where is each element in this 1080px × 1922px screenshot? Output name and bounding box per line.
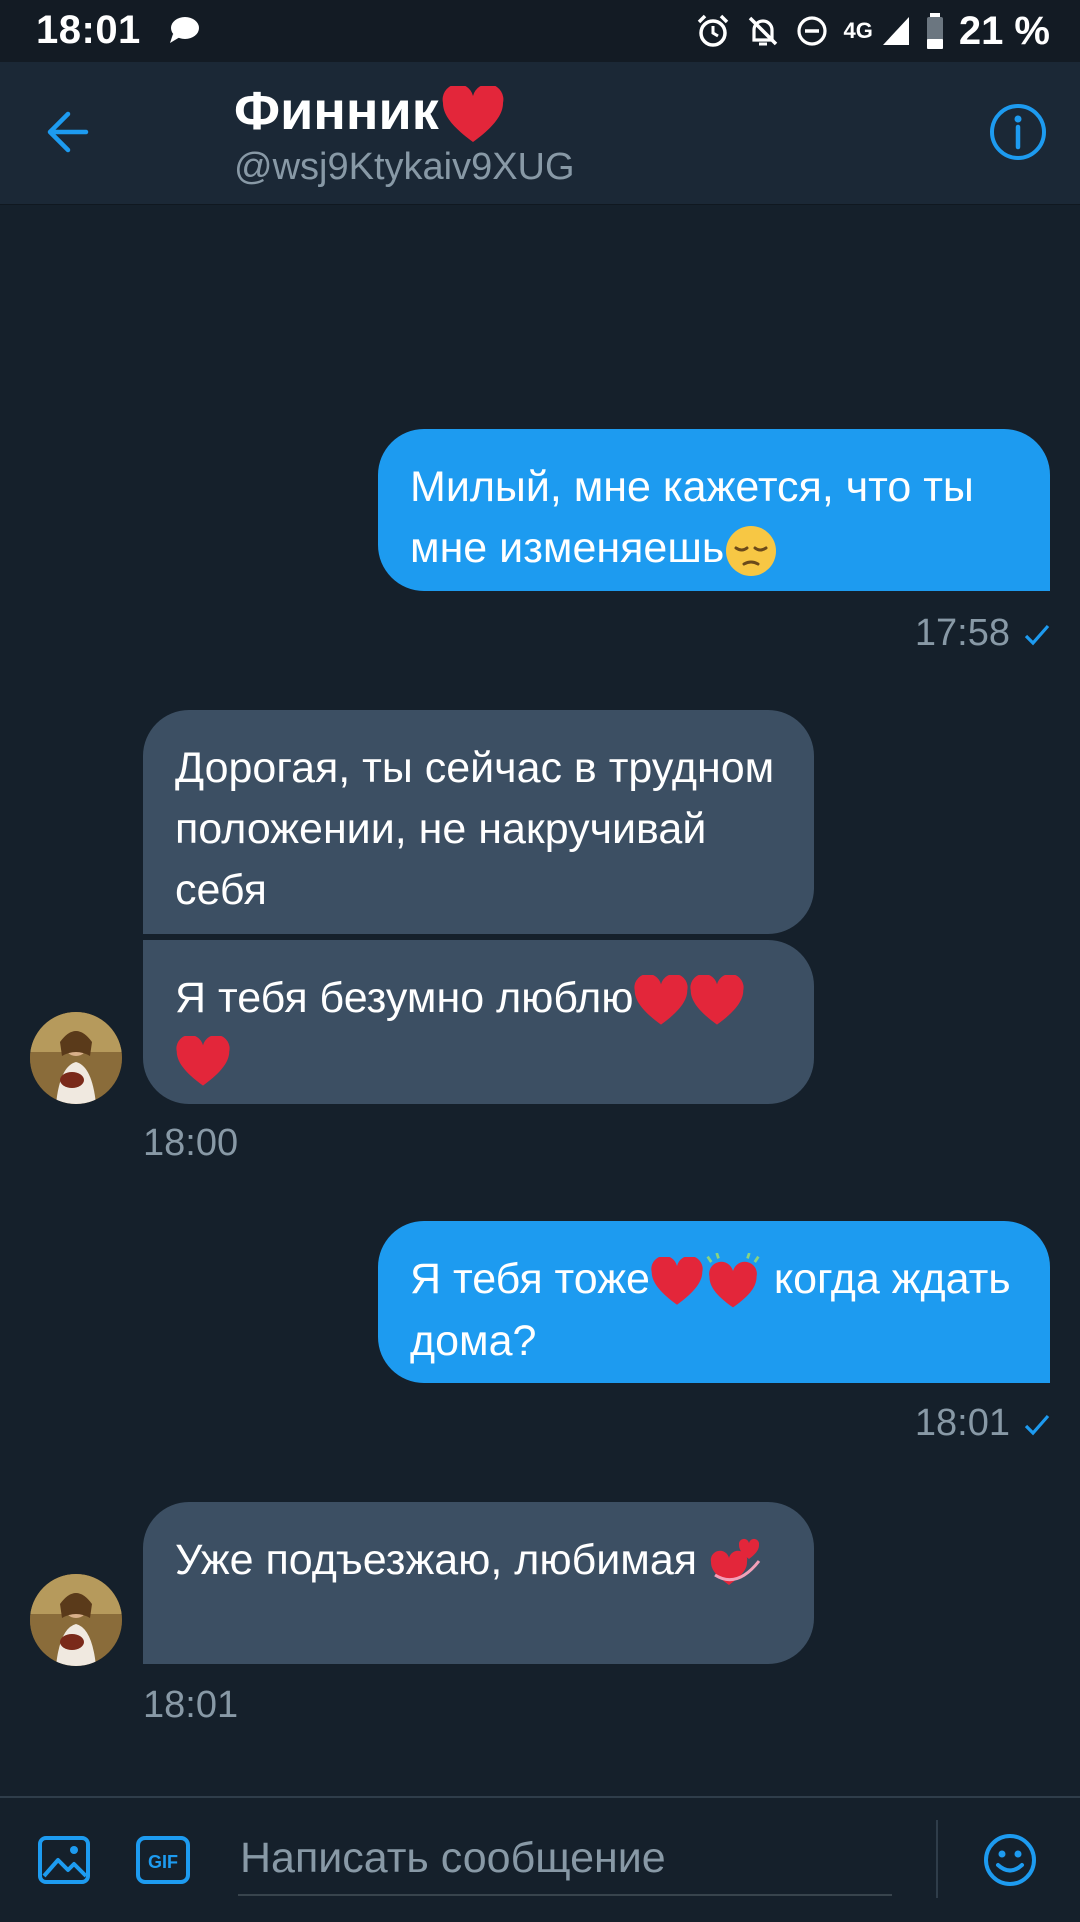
contact-avatar[interactable] xyxy=(30,1012,122,1104)
growing-heart-emoji-icon xyxy=(706,1252,760,1308)
message-text: Уже подъезжаю, любимая xyxy=(175,1536,698,1584)
image-icon[interactable] xyxy=(36,1832,92,1888)
signal-icon xyxy=(882,17,909,45)
composer-divider xyxy=(936,1820,938,1898)
outgoing-message[interactable]: Милый, мне кажется, что ты мне изменяешь xyxy=(378,429,1050,591)
conversation-header: Финник @wsj9Ktykaiv9XUG xyxy=(0,62,1080,205)
contact-handle: @wsj9Ktykaiv9XUG xyxy=(234,146,575,188)
contact-name[interactable]: Финник xyxy=(234,80,505,144)
message-time: 18:01 xyxy=(914,1402,1010,1444)
red-heart-emoji-icon xyxy=(176,1035,230,1086)
alarm-icon xyxy=(698,14,729,47)
network-type: 4G xyxy=(843,18,873,43)
do-not-disturb-icon xyxy=(797,16,828,46)
red-heart-emoji-icon xyxy=(634,974,689,1025)
incoming-message[interactable]: Уже подъезжаю, любимая xyxy=(143,1502,814,1664)
back-arrow-icon[interactable] xyxy=(38,100,102,164)
message-text: Дорогая, ты сейчас в трудном положении, … xyxy=(175,744,775,914)
message-input[interactable] xyxy=(238,1822,892,1896)
message-time: 17:58 xyxy=(914,612,1010,654)
notifications-off-icon xyxy=(749,16,778,46)
contact-avatar[interactable] xyxy=(30,1574,122,1666)
message-text-before: Я тебя тоже xyxy=(410,1255,650,1303)
incoming-message[interactable]: Я тебя безумно люблю xyxy=(143,940,814,1104)
battery-percent: 21 % xyxy=(958,8,1050,53)
message-time: 18:01 xyxy=(143,1684,239,1726)
message-text: Милый, мне кажется, что ты мне изменяешь xyxy=(410,463,974,572)
avatar-image xyxy=(30,1574,122,1666)
status-icons: 4G 21 % xyxy=(695,8,1050,54)
status-bar: 18:01 4G 21 % xyxy=(0,0,1080,62)
gif-icon[interactable]: GIF xyxy=(134,1832,192,1888)
revolving-hearts-emoji-icon xyxy=(710,1538,761,1585)
sent-check-icon xyxy=(1024,1414,1050,1436)
message-meta: 17:58 xyxy=(915,612,1050,655)
message-text: Я тебя безумно люблю xyxy=(175,974,634,1022)
sent-check-icon xyxy=(1024,624,1050,646)
red-heart-emoji-icon xyxy=(651,1256,703,1305)
avatar-image xyxy=(30,1012,122,1104)
message-meta: 18:01 xyxy=(915,1402,1050,1445)
message-time: 18:00 xyxy=(143,1122,239,1164)
pensive-face-emoji-icon xyxy=(726,525,777,576)
info-icon[interactable] xyxy=(986,100,1050,164)
contact-name-text: Финник xyxy=(234,81,439,141)
outgoing-message[interactable]: Я тебя тоже когда ждать дома? xyxy=(378,1221,1050,1383)
battery-icon xyxy=(926,13,943,49)
message-composer: GIF xyxy=(0,1796,1080,1922)
status-time: 18:01 xyxy=(36,8,141,52)
chat-notification-icon xyxy=(170,17,199,43)
incoming-message[interactable]: Дорогая, ты сейчас в трудном положении, … xyxy=(143,710,814,934)
red-heart-emoji-icon xyxy=(690,974,745,1025)
emoji-icon[interactable] xyxy=(982,1832,1038,1888)
svg-text:GIF: GIF xyxy=(148,1852,178,1872)
red-heart-emoji-icon xyxy=(442,85,504,142)
